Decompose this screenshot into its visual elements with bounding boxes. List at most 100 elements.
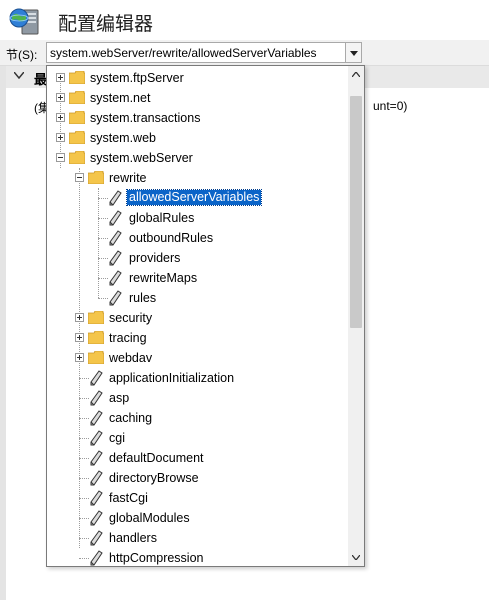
folder-icon: [69, 91, 85, 104]
server-globe-icon: [9, 8, 39, 35]
pen-icon: [90, 450, 103, 466]
tree-node-asp[interactable]: asp: [47, 388, 348, 408]
expand-plus-icon[interactable]: [56, 133, 65, 142]
tree-node-handlers[interactable]: handlers: [47, 528, 348, 548]
tree-node-webdav[interactable]: webdav: [47, 348, 348, 368]
section-combobox-value: system.webServer/rewrite/allowedServerVa…: [50, 46, 317, 60]
pen-icon: [90, 550, 103, 566]
tree-node-fastcgi[interactable]: fastCgi: [47, 488, 348, 508]
tree-node-directorybrowse[interactable]: directoryBrowse: [47, 468, 348, 488]
tree-node-label: rewrite: [109, 171, 147, 185]
tree-node-label: applicationInitialization: [109, 371, 235, 385]
pen-icon: [109, 230, 122, 246]
tree-node-label: system.net: [90, 91, 151, 105]
collection-count: unt=0): [373, 99, 408, 113]
chevron-up-icon: [352, 72, 360, 77]
section-dropdown-button[interactable]: [346, 42, 362, 63]
folder-icon: [88, 331, 104, 344]
tree-node-label: defaultDocument: [109, 451, 204, 465]
page-title: 配置编辑器: [58, 13, 154, 35]
tree-node-security[interactable]: security: [47, 308, 348, 328]
section-tree-dropdown[interactable]: system.ftpServer system.net system.trans…: [46, 65, 365, 567]
folder-open-icon: [69, 151, 85, 164]
tree-node-label: cgi: [109, 431, 125, 445]
tree-node-cgi[interactable]: cgi: [47, 428, 348, 448]
tree-node-applicationinitialization[interactable]: applicationInitialization: [47, 368, 348, 388]
tree-node-label: globalModules: [109, 511, 190, 525]
folder-icon: [88, 311, 104, 324]
folder-icon: [69, 131, 85, 144]
collapse-minus-icon[interactable]: [56, 153, 65, 162]
tree-node-rewritemaps[interactable]: rewriteMaps: [47, 268, 348, 288]
tree-node-label: security: [109, 311, 153, 325]
tree-node-label: rewriteMaps: [129, 271, 198, 285]
tree-node-label: tracing: [109, 331, 147, 345]
folder-open-icon: [88, 171, 104, 184]
title-bar: 配置编辑器: [0, 0, 489, 40]
pen-icon: [109, 190, 122, 206]
section-combobox[interactable]: system.webServer/rewrite/allowedServerVa…: [46, 42, 346, 63]
tree-node-globalrules[interactable]: globalRules: [47, 208, 348, 228]
tree-node-label: caching: [109, 411, 153, 425]
pen-icon: [90, 410, 103, 426]
tree-node-caching[interactable]: caching: [47, 408, 348, 428]
tree-node-label: globalRules: [129, 211, 195, 225]
scroll-up-button[interactable]: [348, 66, 364, 83]
tree-node-label: webdav: [109, 351, 153, 365]
expand-plus-icon[interactable]: [56, 73, 65, 82]
chevron-down-icon: [352, 555, 360, 560]
tree-node-transactions[interactable]: system.transactions: [47, 108, 348, 128]
tree-node-tracing[interactable]: tracing: [47, 328, 348, 348]
tree-node-allowedservervariables[interactable]: allowedServerVariables: [47, 188, 348, 208]
expand-plus-icon[interactable]: [75, 353, 84, 362]
tree-node-defaultdocument[interactable]: defaultDocument: [47, 448, 348, 468]
section-tree[interactable]: system.ftpServer system.net system.trans…: [47, 66, 348, 566]
pen-icon: [90, 430, 103, 446]
collapse-chevron-icon: [14, 72, 24, 79]
tree-node-label: rules: [129, 291, 157, 305]
tree-node-httpcompression[interactable]: httpCompression: [47, 548, 348, 566]
tree-node-net[interactable]: system.net: [47, 88, 348, 108]
chevron-down-icon: [350, 51, 358, 56]
pen-icon: [90, 390, 103, 406]
folder-icon: [88, 351, 104, 364]
tree-node-label: fastCgi: [109, 491, 148, 505]
pen-icon: [90, 510, 103, 526]
tree-node-outboundrules[interactable]: outboundRules: [47, 228, 348, 248]
tree-scrollbar[interactable]: [348, 66, 364, 566]
tree-node-providers[interactable]: providers: [47, 248, 348, 268]
pen-icon: [109, 290, 122, 306]
tree-node-label: outboundRules: [129, 231, 214, 245]
tree-node-label: system.webServer: [90, 151, 193, 165]
tree-node-label: allowedServerVariables: [125, 189, 263, 206]
expand-plus-icon[interactable]: [56, 113, 65, 122]
pen-icon: [90, 470, 103, 486]
tree-node-globalmodules[interactable]: globalModules: [47, 508, 348, 528]
expand-plus-icon[interactable]: [75, 333, 84, 342]
tree-node-webserver[interactable]: system.webServer: [47, 148, 348, 168]
folder-icon: [69, 111, 85, 124]
tree-node-label: directoryBrowse: [109, 471, 199, 485]
pen-icon: [90, 490, 103, 506]
tree-node-ftpserver[interactable]: system.ftpServer: [47, 68, 348, 88]
collapse-minus-icon[interactable]: [75, 173, 84, 182]
scroll-thumb[interactable]: [350, 96, 362, 328]
tree-node-rewrite[interactable]: rewrite: [47, 168, 348, 188]
expand-plus-icon[interactable]: [56, 93, 65, 102]
tree-node-label: system.transactions: [90, 111, 201, 125]
tree-node-web[interactable]: system.web: [47, 128, 348, 148]
scroll-down-button[interactable]: [348, 549, 364, 566]
tree-node-label: providers: [129, 251, 181, 265]
tree-node-rules[interactable]: rules: [47, 288, 348, 308]
tree-node-label: handlers: [109, 531, 157, 545]
pen-icon: [90, 370, 103, 386]
tree-node-label: httpCompression: [109, 551, 204, 565]
tree-node-label: asp: [109, 391, 130, 405]
pen-icon: [109, 210, 122, 226]
tree-node-label: system.web: [90, 131, 156, 145]
section-label: 节(S):: [6, 48, 38, 62]
tree-node-label: system.ftpServer: [90, 71, 184, 85]
pen-icon: [109, 250, 122, 266]
folder-icon: [69, 71, 85, 84]
expand-plus-icon[interactable]: [75, 313, 84, 322]
